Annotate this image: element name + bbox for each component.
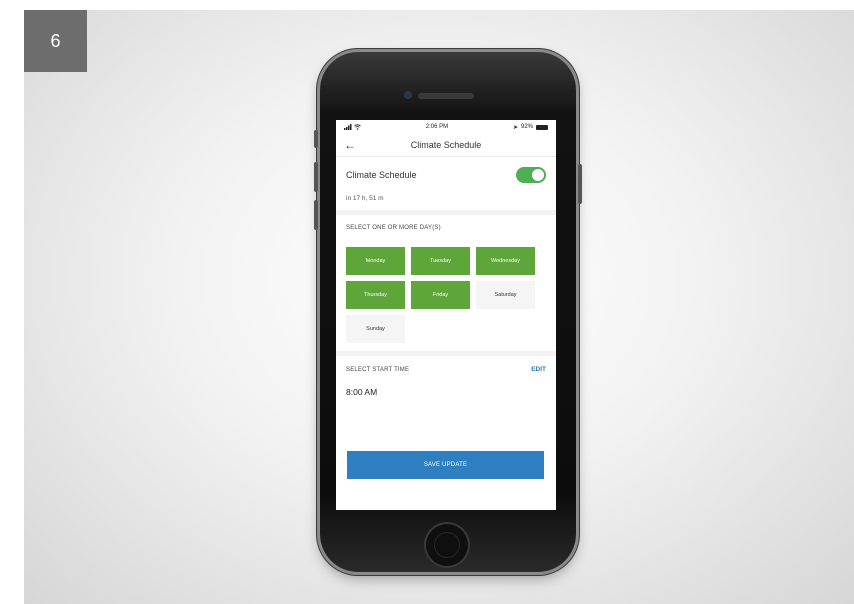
earpiece-speaker: [418, 93, 474, 99]
edit-start-time-link[interactable]: EDIT: [531, 366, 546, 373]
toggle-knob: [532, 169, 544, 181]
phone-frame: 2:06 PM ➤ 92% ← Climate Schedule Climate…: [314, 52, 582, 572]
save-update-button[interactable]: SAVE UPDATE: [347, 451, 544, 479]
back-arrow-icon[interactable]: ←: [344, 138, 356, 152]
front-camera: [404, 91, 412, 99]
power-button: [578, 164, 582, 204]
location-arrow-icon: ➤: [512, 124, 518, 131]
start-time-value: 8:00 AM: [346, 387, 378, 397]
phone-screen: 2:06 PM ➤ 92% ← Climate Schedule Climate…: [336, 120, 556, 510]
day-tuesday-button[interactable]: Tuesday: [411, 247, 470, 275]
battery-percent: 92%: [520, 124, 533, 130]
mute-switch: [314, 130, 318, 148]
start-time-section: SELECT START TIME EDIT 8:00 AM: [336, 356, 556, 397]
days-heading: SELECT ONE OR MORE DAY(S): [346, 225, 441, 231]
page-title: Climate Schedule: [410, 140, 482, 150]
status-bar: 2:06 PM ➤ 92%: [336, 120, 556, 134]
wifi-icon: [354, 124, 361, 130]
start-time-row: SELECT START TIME EDIT: [346, 366, 546, 373]
day-friday-button[interactable]: Friday: [411, 281, 470, 309]
schedule-section: Climate Schedule in 17 h, 51 m: [336, 157, 556, 210]
day-monday-button[interactable]: Monday: [346, 247, 405, 275]
volume-down-button: [314, 200, 318, 230]
volume-up-button: [314, 162, 318, 192]
schedule-label: Climate Schedule: [346, 170, 417, 180]
day-sunday-button[interactable]: Sunday: [346, 315, 405, 343]
days-grid: Monday Tuesday Wednesday Thursday Friday…: [346, 247, 546, 343]
battery-icon: [536, 124, 548, 130]
presentation-stage: 6 2:06 PM ➤ 92% ← Climate Schedule Clima…: [24, 10, 854, 604]
days-section: SELECT ONE OR MORE DAY(S) Monday Tuesday…: [336, 215, 556, 351]
schedule-toggle[interactable]: [516, 167, 546, 183]
signal-status: [344, 124, 361, 130]
status-time: 2:06 PM: [425, 124, 449, 130]
navigation-bar: ← Climate Schedule: [336, 134, 556, 157]
schedule-row: Climate Schedule: [346, 167, 546, 183]
battery-status: ➤ 92%: [513, 124, 548, 131]
day-thursday-button[interactable]: Thursday: [346, 281, 405, 309]
home-button-ring: [434, 532, 460, 558]
day-wednesday-button[interactable]: Wednesday: [476, 247, 535, 275]
start-time-heading: SELECT START TIME: [346, 366, 410, 373]
schedule-countdown: in 17 h, 51 m: [346, 195, 384, 202]
home-button: [424, 522, 470, 568]
cell-signal-icon: [344, 124, 352, 130]
day-saturday-button[interactable]: Saturday: [476, 281, 535, 309]
step-badge: 6: [24, 10, 87, 72]
